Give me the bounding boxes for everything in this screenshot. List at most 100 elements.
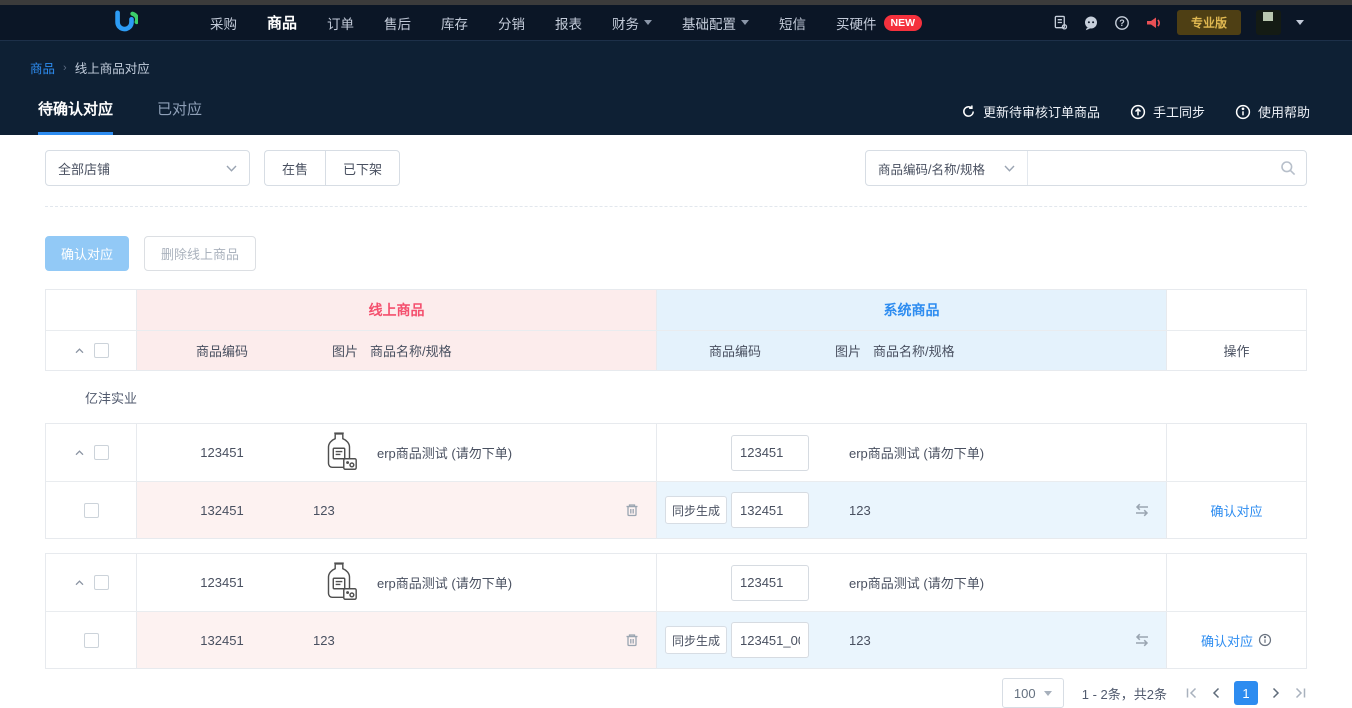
nav-item-basic-config[interactable]: 基础配置 — [682, 13, 749, 33]
tab-pending-confirm[interactable]: 待确认对应 — [38, 98, 113, 135]
search-input[interactable] — [1028, 151, 1280, 185]
top-nav: 采购 商品 订单 售后 库存 分销 报表 财务 基础配置 短信 买硬件NEW ? — [0, 5, 1352, 40]
nav-item-inventory[interactable]: 库存 — [441, 13, 468, 33]
online-product-name: 123 — [307, 503, 656, 518]
system-code-input[interactable] — [731, 622, 809, 658]
nav-item-products[interactable]: 商品 — [267, 12, 297, 33]
chevron-down-icon — [1044, 691, 1052, 696]
next-page-button[interactable] — [1271, 687, 1281, 699]
row-select-cell — [46, 482, 136, 538]
online-group-header-cell: 线上商品 — [136, 290, 656, 330]
confirm-match-button[interactable]: 确认对应 — [45, 236, 129, 271]
tab-matched[interactable]: 已对应 — [157, 98, 202, 135]
swap-arrows-icon[interactable] — [1132, 502, 1152, 518]
online-product-name: 123 — [307, 633, 656, 648]
system-code-input[interactable] — [731, 565, 809, 601]
select-all-cell — [46, 331, 136, 370]
topnav-right: ? 专业版 — [1053, 10, 1352, 35]
product-image[interactable] — [307, 430, 371, 476]
info-icon — [1235, 104, 1251, 120]
confirm-match-link[interactable]: 确认对应 — [1201, 631, 1272, 650]
page-size-select[interactable]: 100 — [1002, 678, 1064, 708]
shop-select[interactable]: 全部店铺 — [45, 150, 250, 186]
nav-item-reports[interactable]: 报表 — [555, 13, 582, 33]
system-product-cell: erp商品测试 (请勿下单) — [656, 554, 1166, 611]
online-product-cell: 123451 erp商品测试 (请勿下单) — [136, 424, 656, 481]
trash-icon[interactable] — [624, 502, 640, 518]
trash-icon[interactable] — [624, 632, 640, 648]
notification-horn-icon[interactable] — [1145, 15, 1162, 31]
on-sale-button[interactable]: 在售 — [264, 150, 325, 186]
image-header-label: 图片 — [835, 341, 861, 360]
nav-item-aftersales[interactable]: 售后 — [384, 13, 411, 33]
match-group-block: 123451 erp商品测试 (请勿下单) — [45, 553, 1307, 669]
manual-sync-link[interactable]: 手工同步 — [1130, 102, 1205, 121]
online-product-name: erp商品测试 (请勿下单) — [371, 443, 656, 462]
new-badge: NEW — [884, 15, 923, 31]
sync-generate-button[interactable]: 同步生成 — [665, 496, 727, 524]
pro-version-badge[interactable]: 专业版 — [1177, 10, 1241, 35]
row-checkbox[interactable] — [84, 503, 99, 518]
chevron-up-icon[interactable] — [74, 579, 85, 586]
select-all-checkbox[interactable] — [94, 343, 109, 358]
system-code-input[interactable] — [731, 435, 809, 471]
toolbar: 确认对应 删除线上商品 — [45, 236, 1307, 271]
off-shelf-button[interactable]: 已下架 — [325, 150, 400, 186]
page-size-value: 100 — [1014, 686, 1036, 701]
delete-online-product-button[interactable]: 删除线上商品 — [144, 236, 256, 271]
row-select-cell — [46, 554, 136, 611]
pager: 1 — [1185, 681, 1307, 705]
confirm-match-link[interactable]: 确认对应 — [1210, 501, 1262, 520]
system-code-input[interactable] — [731, 492, 809, 528]
nav-item-sms[interactable]: 短信 — [779, 13, 806, 33]
match-group-block: 123451 erp商品测试 (请勿下单) — [45, 423, 1307, 539]
shop-select-value: 全部店铺 — [58, 159, 110, 178]
help-icon[interactable]: ? — [1114, 15, 1130, 31]
online-product-code: 123451 — [137, 575, 307, 590]
online-group-title: 线上商品 — [137, 300, 656, 320]
online-product-code: 123451 — [137, 445, 307, 460]
row-checkbox[interactable] — [94, 445, 109, 460]
breadcrumb-separator: › — [63, 62, 67, 74]
last-page-button[interactable] — [1294, 687, 1307, 699]
search-icon[interactable] — [1280, 160, 1296, 176]
row-checkbox[interactable] — [94, 575, 109, 590]
refresh-label: 更新待审核订单商品 — [983, 102, 1100, 121]
nav-item-procurement[interactable]: 采购 — [210, 13, 237, 33]
confirm-match-label: 确认对应 — [1201, 631, 1253, 650]
row-checkbox[interactable] — [84, 633, 99, 648]
system-product-cell: 同步生成 123 — [656, 612, 1166, 668]
help-link[interactable]: 使用帮助 — [1235, 102, 1310, 121]
refresh-pending-orders-link[interactable]: 更新待审核订单商品 — [961, 102, 1100, 121]
refresh-icon — [961, 104, 976, 119]
online-img-name-header: 图片 商品名称/规格 — [307, 341, 452, 360]
nav-item-buy-hardware[interactable]: 买硬件NEW — [836, 13, 922, 33]
pagination-range-text: 1 - 2条，共2条 — [1082, 684, 1167, 703]
search-type-select[interactable]: 商品编码/名称/规格 — [866, 151, 1028, 185]
help-label: 使用帮助 — [1258, 102, 1310, 121]
prev-page-button[interactable] — [1211, 687, 1221, 699]
bottle-image-icon — [318, 430, 360, 476]
billing-icon[interactable] — [1053, 15, 1068, 30]
system-product-name: erp商品测试 (请勿下单) — [849, 443, 1166, 462]
nav-item-distribution[interactable]: 分销 — [498, 13, 525, 33]
sync-generate-button[interactable]: 同步生成 — [665, 626, 727, 654]
chevron-up-icon[interactable] — [74, 449, 85, 456]
page-number-button[interactable]: 1 — [1234, 681, 1258, 705]
system-product-cell: erp商品测试 (请勿下单) — [656, 424, 1166, 481]
system-product-name: 123 — [849, 633, 1166, 648]
breadcrumb: 商品 › 线上商品对应 — [0, 41, 1352, 77]
breadcrumb-parent[interactable]: 商品 — [30, 58, 55, 77]
chevron-down-icon — [1004, 165, 1015, 172]
chat-icon[interactable] — [1083, 15, 1099, 31]
info-icon[interactable] — [1258, 633, 1272, 647]
chevron-down-icon[interactable] — [1296, 20, 1304, 25]
chevron-up-icon[interactable] — [74, 347, 85, 354]
avatar[interactable] — [1256, 10, 1281, 35]
app-logo[interactable] — [112, 10, 138, 36]
nav-item-orders[interactable]: 订单 — [327, 13, 354, 33]
product-image[interactable] — [307, 560, 371, 606]
nav-item-finance[interactable]: 财务 — [612, 13, 652, 33]
first-page-button[interactable] — [1185, 687, 1198, 699]
swap-arrows-icon[interactable] — [1132, 632, 1152, 648]
